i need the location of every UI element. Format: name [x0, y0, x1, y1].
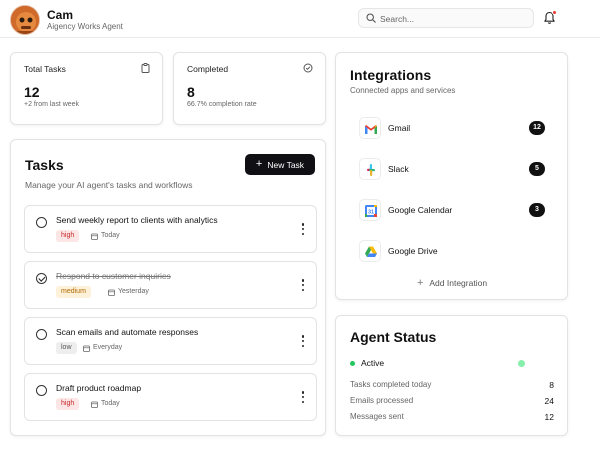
new-task-button[interactable]: + New Task [245, 154, 315, 175]
google-drive-icon [365, 246, 377, 257]
search-input[interactable] [380, 11, 528, 26]
status-dot [350, 360, 355, 366]
google-calendar-icon: 31 [365, 205, 377, 217]
integration-name: Gmail [388, 123, 411, 133]
task-date: Yesterday [108, 286, 149, 298]
task-date: Today [91, 230, 120, 242]
task-title: Respond to customer inquiries [56, 271, 171, 281]
user-name: Cam [47, 8, 74, 22]
user-role: Aigency Works Agent [47, 22, 123, 31]
tasks-panel: Tasks Manage your AI agent's tasks and w… [10, 139, 326, 436]
calendar-icon [83, 345, 90, 352]
slack-icon [367, 164, 375, 176]
notification-dot [552, 10, 557, 15]
completed-card: Completed 8 66.7% completion rate [173, 52, 326, 125]
integration-name: Google Drive [388, 246, 438, 256]
priority-badge: high [56, 398, 80, 410]
integration-google-calendar[interactable]: 31 Google Calendar 3 [359, 199, 545, 221]
status-indicator-dot [518, 360, 525, 367]
new-task-label: New Task [267, 159, 305, 170]
tasks-subtitle: Manage your AI agent's tasks and workflo… [25, 180, 193, 190]
task-checkbox[interactable] [36, 273, 47, 284]
calendar-icon [91, 401, 98, 408]
integrations-title: Integrations [350, 67, 432, 83]
task-item[interactable]: Respond to customer inquiries medium Yes… [24, 261, 317, 309]
avatar[interactable] [10, 5, 40, 35]
check-circle-icon [303, 63, 313, 73]
calendar-icon [91, 233, 98, 240]
task-item[interactable]: Draft product roadmap high Today [24, 373, 317, 421]
task-item[interactable]: Scan emails and automate responses low E… [24, 317, 317, 365]
metric-row: Messages sent 12 [350, 412, 554, 422]
task-checkbox[interactable] [36, 329, 47, 340]
agent-status-title: Agent Status [350, 329, 437, 345]
more-options-icon[interactable] [300, 223, 306, 235]
total-tasks-label: Total Tasks [24, 64, 66, 74]
metric-row: Emails processed 24 [350, 396, 554, 406]
completed-sub: 66.7% completion rate [187, 101, 257, 108]
plus-icon: + [416, 276, 424, 289]
calendar-icon [108, 289, 115, 296]
search-box[interactable] [358, 8, 534, 28]
svg-text:31: 31 [368, 210, 374, 216]
task-item[interactable]: Send weekly report to clients with analy… [24, 205, 317, 253]
gmail-icon [365, 125, 377, 134]
task-checkbox[interactable] [36, 217, 47, 228]
task-title: Draft product roadmap [56, 383, 142, 393]
integration-count-badge: 5 [529, 162, 545, 176]
add-integration-label: Add Integration [429, 278, 488, 288]
top-header: Cam Aigency Works Agent [0, 0, 600, 38]
task-date: Today [91, 398, 120, 410]
agent-status-label: Active [361, 358, 385, 368]
integration-google-drive[interactable]: Google Drive [359, 240, 545, 262]
task-checkbox[interactable] [36, 385, 47, 396]
completed-value: 8 [187, 84, 195, 100]
more-options-icon[interactable] [300, 279, 306, 291]
integration-count-badge: 12 [529, 121, 545, 135]
total-tasks-value: 12 [24, 84, 40, 100]
total-tasks-sub: +2 from last week [24, 101, 80, 108]
priority-badge: medium [56, 286, 91, 298]
add-integration-button[interactable]: + Add Integration [336, 275, 568, 291]
tasks-title: Tasks [25, 157, 64, 173]
more-options-icon[interactable] [300, 335, 306, 347]
task-title: Scan emails and automate responses [56, 327, 199, 337]
task-title: Send weekly report to clients with analy… [56, 215, 218, 225]
integration-gmail[interactable]: Gmail 12 [359, 117, 545, 139]
plus-icon: + [255, 158, 263, 170]
total-tasks-card: Total Tasks 12 +2 from last week [10, 52, 163, 125]
integration-name: Google Calendar [388, 205, 453, 215]
completed-label: Completed [187, 64, 229, 74]
integration-count-badge: 3 [529, 203, 545, 217]
integrations-subtitle: Connected apps and services [350, 86, 456, 95]
metric-row: Tasks completed today 8 [350, 380, 554, 390]
integrations-panel: Integrations Connected apps and services… [335, 52, 568, 300]
task-date: Everyday [83, 342, 122, 354]
priority-badge: high [56, 230, 80, 242]
integration-slack[interactable]: Slack 5 [359, 158, 545, 180]
agent-status-indicator: Active [350, 358, 384, 368]
clipboard-icon [141, 63, 150, 73]
priority-badge: low [56, 342, 77, 354]
integration-name: Slack [388, 164, 409, 174]
agent-status-panel: Agent Status Active Tasks completed toda… [335, 315, 568, 436]
search-icon [366, 13, 376, 23]
more-options-icon[interactable] [300, 391, 306, 403]
